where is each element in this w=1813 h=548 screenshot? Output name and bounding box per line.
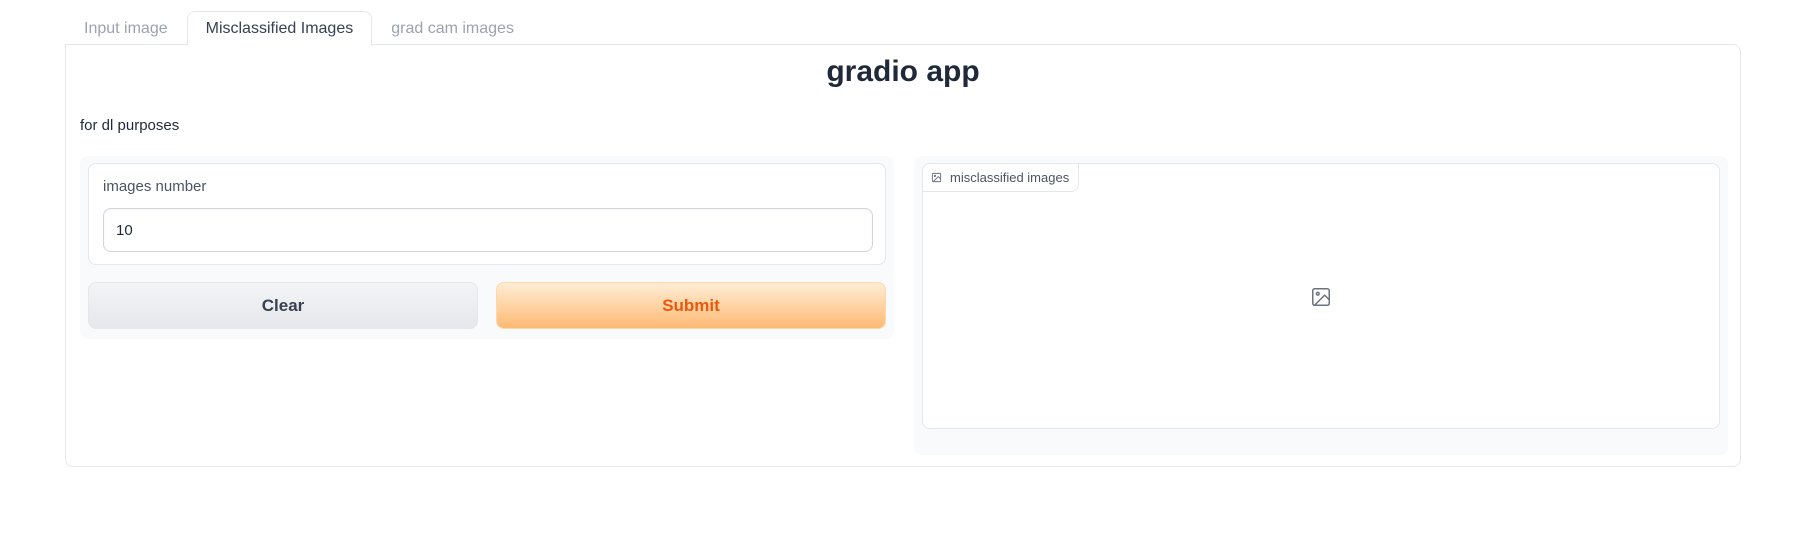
output-label: misclassified images <box>923 164 1080 192</box>
images-number-input[interactable] <box>103 208 873 252</box>
submit-button[interactable]: Submit <box>496 282 886 329</box>
output-column: misclassified images <box>914 156 1728 455</box>
page-description: for dl purposes <box>80 117 180 134</box>
misclassified-images-output: misclassified images <box>922 163 1720 429</box>
images-number-label: images number <box>103 178 207 195</box>
image-icon <box>931 172 942 183</box>
tab-misclassified-images[interactable]: Misclassified Images <box>186 11 373 46</box>
tab-panel: gradio app for dl purposes images number… <box>65 44 1741 467</box>
input-column: images number Clear Submit <box>80 156 894 339</box>
tab-input-image[interactable]: Input image <box>65 11 187 45</box>
output-label-text: misclassified images <box>950 170 1070 185</box>
tab-grad-cam-images[interactable]: grad cam images <box>372 11 533 45</box>
images-number-block: images number <box>88 163 886 265</box>
page-title: gradio app <box>826 55 980 88</box>
clear-button[interactable]: Clear <box>88 282 478 329</box>
tab-bar: Input image Misclassified Images grad ca… <box>65 11 533 46</box>
image-placeholder-icon <box>1310 286 1332 308</box>
